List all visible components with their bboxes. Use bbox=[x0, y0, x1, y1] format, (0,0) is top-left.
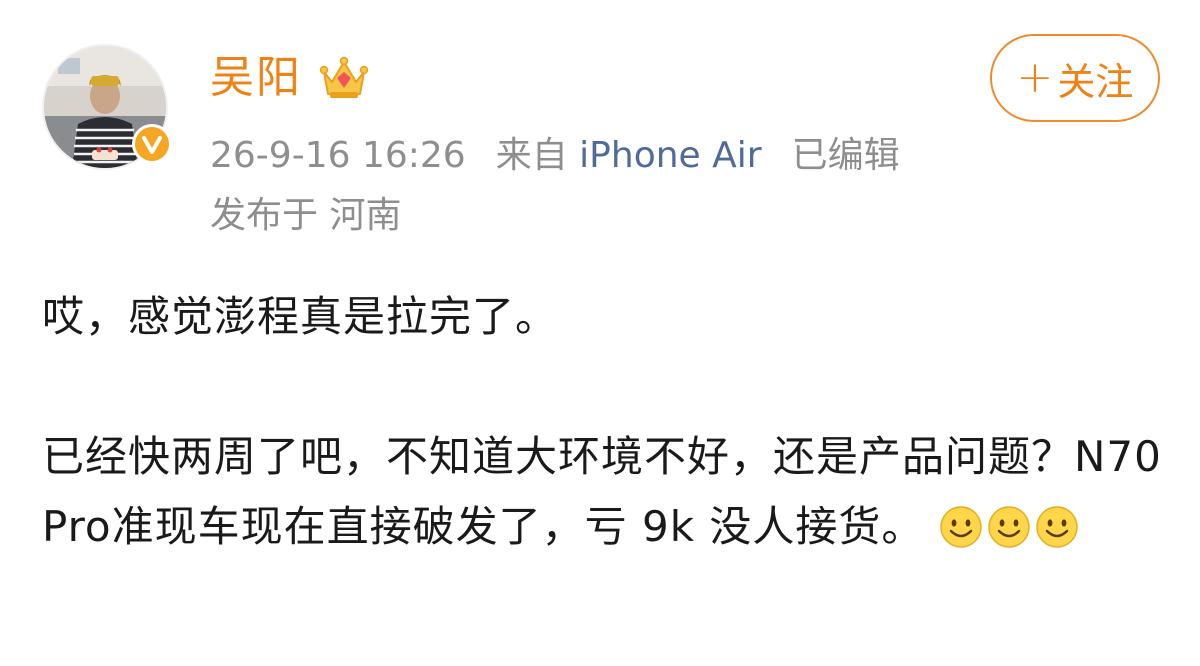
post-location: 发布于 河南 bbox=[210, 195, 402, 236]
crown-icon[interactable] bbox=[318, 54, 370, 102]
post-body: 哎，感觉澎程真是拉完了。 已经快两周了吧，不知道大环境不好，还是产品问题？N70… bbox=[42, 282, 1172, 562]
post-timestamp[interactable]: 26-9-16 16:26 bbox=[210, 135, 466, 176]
post-paragraph: 哎，感觉澎程真是拉完了。 bbox=[42, 292, 559, 341]
post-paragraph: 已经快两周了吧，不知道大环境不好，还是产品问题？N70 Pro准现车现在直接破发… bbox=[42, 422, 1172, 562]
follow-label: 关注 bbox=[1057, 59, 1134, 104]
smile-emoji-icon bbox=[988, 506, 1030, 548]
weibo-post: 吴阳 + 关注 26-9-16 16:26 来自 iPhone Air 已编辑 发布… bbox=[0, 0, 1200, 666]
plus-icon: + bbox=[1016, 52, 1054, 103]
verified-v-icon bbox=[135, 127, 169, 161]
user-name[interactable]: 吴阳 bbox=[210, 48, 302, 108]
post-meta: 26-9-16 16:26 来自 iPhone Air 已编辑 bbox=[210, 132, 900, 180]
source-device-link[interactable]: iPhone Air bbox=[579, 135, 761, 176]
smile-emoji-icon bbox=[940, 506, 982, 548]
smile-emoji-icon bbox=[1036, 506, 1078, 548]
edited-label[interactable]: 已编辑 bbox=[792, 135, 900, 176]
avatar-wrap[interactable] bbox=[42, 44, 172, 170]
follow-button[interactable]: + 关注 bbox=[990, 34, 1160, 122]
verified-badge bbox=[132, 124, 172, 164]
source-prefix: 来自 bbox=[495, 135, 568, 176]
